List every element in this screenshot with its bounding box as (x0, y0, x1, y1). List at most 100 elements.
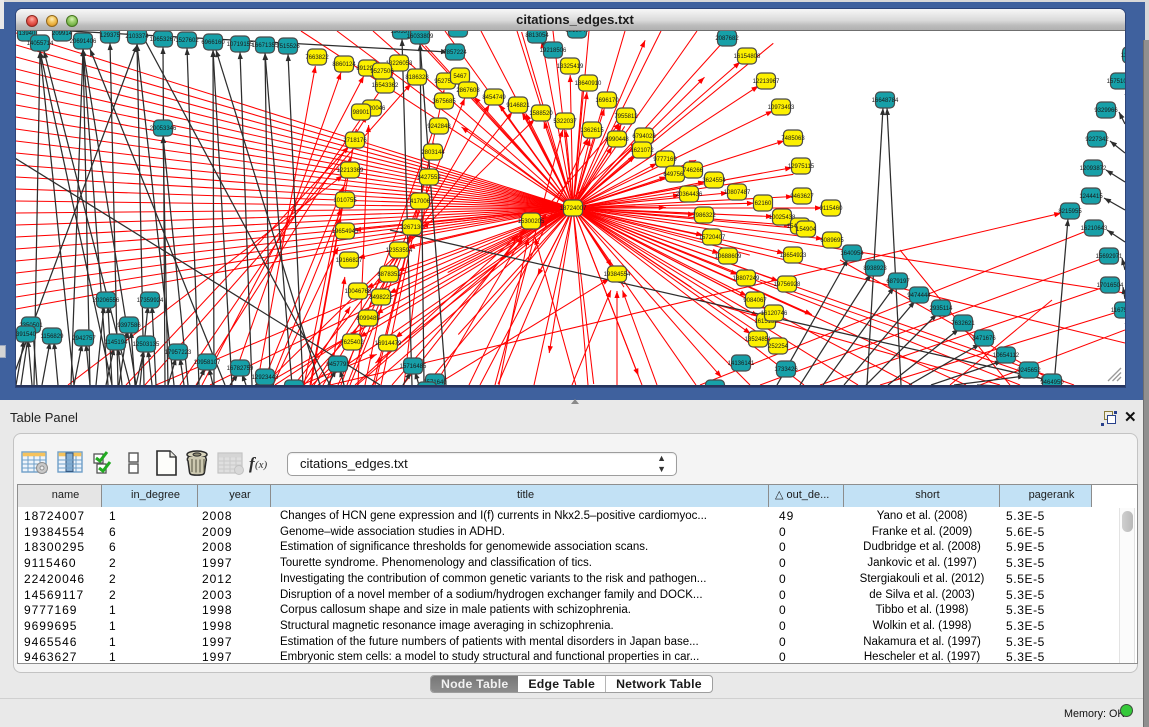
svg-text:8990448: 8990448 (605, 137, 629, 143)
svg-text:2867608: 2867608 (456, 88, 480, 94)
svg-text:1621072: 1621072 (630, 148, 654, 154)
svg-text:1527602: 1527602 (175, 38, 199, 44)
svg-text:20364436: 20364436 (676, 192, 703, 198)
svg-text:7986322: 7986322 (692, 213, 716, 219)
svg-text:9227342: 9227342 (1085, 137, 1109, 143)
svg-text:11675338: 11675338 (1111, 308, 1125, 314)
svg-text:16210643: 16210643 (1081, 226, 1108, 232)
svg-text:3498222: 3498222 (369, 295, 393, 301)
svg-text:17359924: 17359924 (137, 298, 164, 304)
svg-text:9777169: 9777169 (653, 157, 677, 163)
svg-text:2942757: 2942757 (72, 336, 96, 342)
svg-text:9115460: 9115460 (820, 206, 844, 212)
svg-text:8813054: 8813054 (525, 33, 549, 39)
svg-text:8454749: 8454749 (482, 95, 506, 101)
svg-text:62160: 62160 (755, 201, 772, 207)
svg-text:1112074: 1112074 (1121, 53, 1125, 59)
svg-text:8099489: 8099489 (356, 316, 380, 322)
svg-text:10654112: 10654112 (993, 353, 1020, 359)
svg-text:2087682: 2087682 (715, 36, 739, 42)
svg-text:12213967: 12213967 (753, 79, 780, 85)
svg-text:2718176: 2718176 (343, 138, 367, 144)
svg-text:2803144: 2803144 (421, 150, 445, 156)
svg-text:8878352: 8878352 (377, 272, 401, 278)
svg-text:12353594: 12353594 (386, 248, 413, 254)
svg-text:8186328: 8186328 (405, 75, 429, 81)
svg-text:1696170: 1696170 (595, 98, 619, 104)
svg-text:13524851: 13524851 (745, 337, 772, 343)
svg-text:16033809: 16033809 (407, 34, 434, 40)
svg-text:8938923: 8938923 (863, 266, 887, 272)
svg-text:154904: 154904 (796, 227, 817, 233)
svg-text:(x): (x) (255, 459, 268, 471)
svg-text:10688609: 10688609 (715, 254, 742, 260)
svg-text:12093872: 12093872 (1080, 166, 1107, 172)
svg-text:7632621: 7632621 (951, 321, 975, 327)
svg-text:9084067: 9084067 (743, 298, 767, 304)
svg-text:10719155: 10719155 (227, 42, 254, 48)
svg-text:9245652: 9245652 (1017, 368, 1041, 374)
svg-text:3267130: 3267130 (400, 225, 424, 231)
svg-text:3624554: 3624554 (702, 178, 726, 184)
svg-text:19166827: 19166827 (336, 258, 363, 264)
svg-text:9527506: 9527506 (370, 69, 394, 75)
svg-text:6794028: 6794028 (632, 134, 656, 140)
svg-text:15716485: 15716485 (400, 364, 427, 370)
svg-text:8813044: 8813044 (565, 31, 589, 34)
svg-text:16648784: 16648784 (872, 98, 899, 104)
svg-text:16154808: 16154808 (734, 54, 761, 60)
svg-text:10973493: 10973493 (768, 105, 795, 111)
svg-text:7625402: 7625402 (340, 340, 364, 346)
svg-text:3675685: 3675685 (432, 99, 456, 105)
svg-text:9329966: 9329966 (1094, 108, 1118, 114)
svg-text:10653267: 10653267 (150, 37, 177, 43)
svg-text:19218506: 19218506 (540, 48, 567, 54)
svg-text:18640910: 18640910 (575, 81, 602, 87)
svg-text:15692971: 15692971 (1096, 254, 1123, 260)
svg-text:18724007: 18724007 (560, 206, 587, 212)
svg-text:8860124: 8860124 (332, 62, 356, 68)
svg-text:9397586: 9397586 (117, 323, 141, 329)
svg-text:1010755: 1010755 (333, 198, 357, 204)
svg-text:746266: 746266 (683, 168, 704, 174)
svg-text:8427552: 8427552 (417, 175, 441, 181)
svg-text:7485063: 7485063 (781, 136, 805, 142)
svg-text:10046768: 10046768 (345, 289, 372, 295)
svg-text:6966160: 6966160 (201, 40, 225, 46)
svg-text:8471676: 8471676 (972, 336, 996, 342)
svg-text:1145194: 1145194 (105, 340, 129, 346)
svg-text:5322037: 5322037 (553, 119, 577, 125)
svg-text:9463627: 9463627 (790, 194, 814, 200)
svg-text:6089695: 6089695 (820, 238, 844, 244)
svg-text:20206556: 20206556 (93, 298, 120, 304)
svg-text:2935114: 2935114 (930, 306, 954, 312)
svg-text:15751074: 15751074 (1107, 79, 1125, 85)
svg-text:10958107: 10958107 (194, 360, 221, 366)
svg-text:10807487: 10807487 (724, 190, 751, 196)
svg-text:129375: 129375 (100, 33, 121, 39)
svg-text:7663822: 7663822 (305, 55, 329, 61)
svg-text:1640954: 1640954 (840, 251, 864, 257)
svg-text:2103374: 2103374 (125, 34, 149, 40)
svg-text:16914479: 16914479 (375, 341, 402, 347)
svg-text:209914: 209914 (52, 31, 73, 37)
svg-text:19654945: 19654945 (332, 229, 359, 235)
svg-text:1733426: 1733426 (774, 367, 798, 373)
svg-text:16120746: 16120746 (761, 311, 788, 317)
svg-text:12923448: 12923448 (252, 375, 279, 381)
svg-text:1588520: 1588520 (529, 111, 553, 117)
svg-text:9457791: 9457791 (326, 362, 350, 368)
svg-text:2064917: 2064917 (446, 31, 470, 33)
svg-text:6879197: 6879197 (886, 279, 910, 285)
svg-text:14055714: 14055714 (27, 41, 54, 47)
svg-text:12503135: 12503135 (133, 342, 160, 348)
svg-text:17016504: 17016504 (1097, 283, 1124, 289)
svg-text:13325419: 13325419 (557, 64, 584, 70)
svg-text:20691406: 20691406 (70, 39, 97, 45)
svg-text:7515526: 7515526 (276, 44, 300, 50)
svg-text:391540: 391540 (16, 332, 37, 338)
svg-text:19384554: 19384554 (604, 272, 631, 278)
svg-text:12975115: 12975115 (788, 164, 815, 170)
svg-text:19756928: 19756928 (774, 282, 801, 288)
svg-text:7857224: 7857224 (443, 50, 467, 56)
